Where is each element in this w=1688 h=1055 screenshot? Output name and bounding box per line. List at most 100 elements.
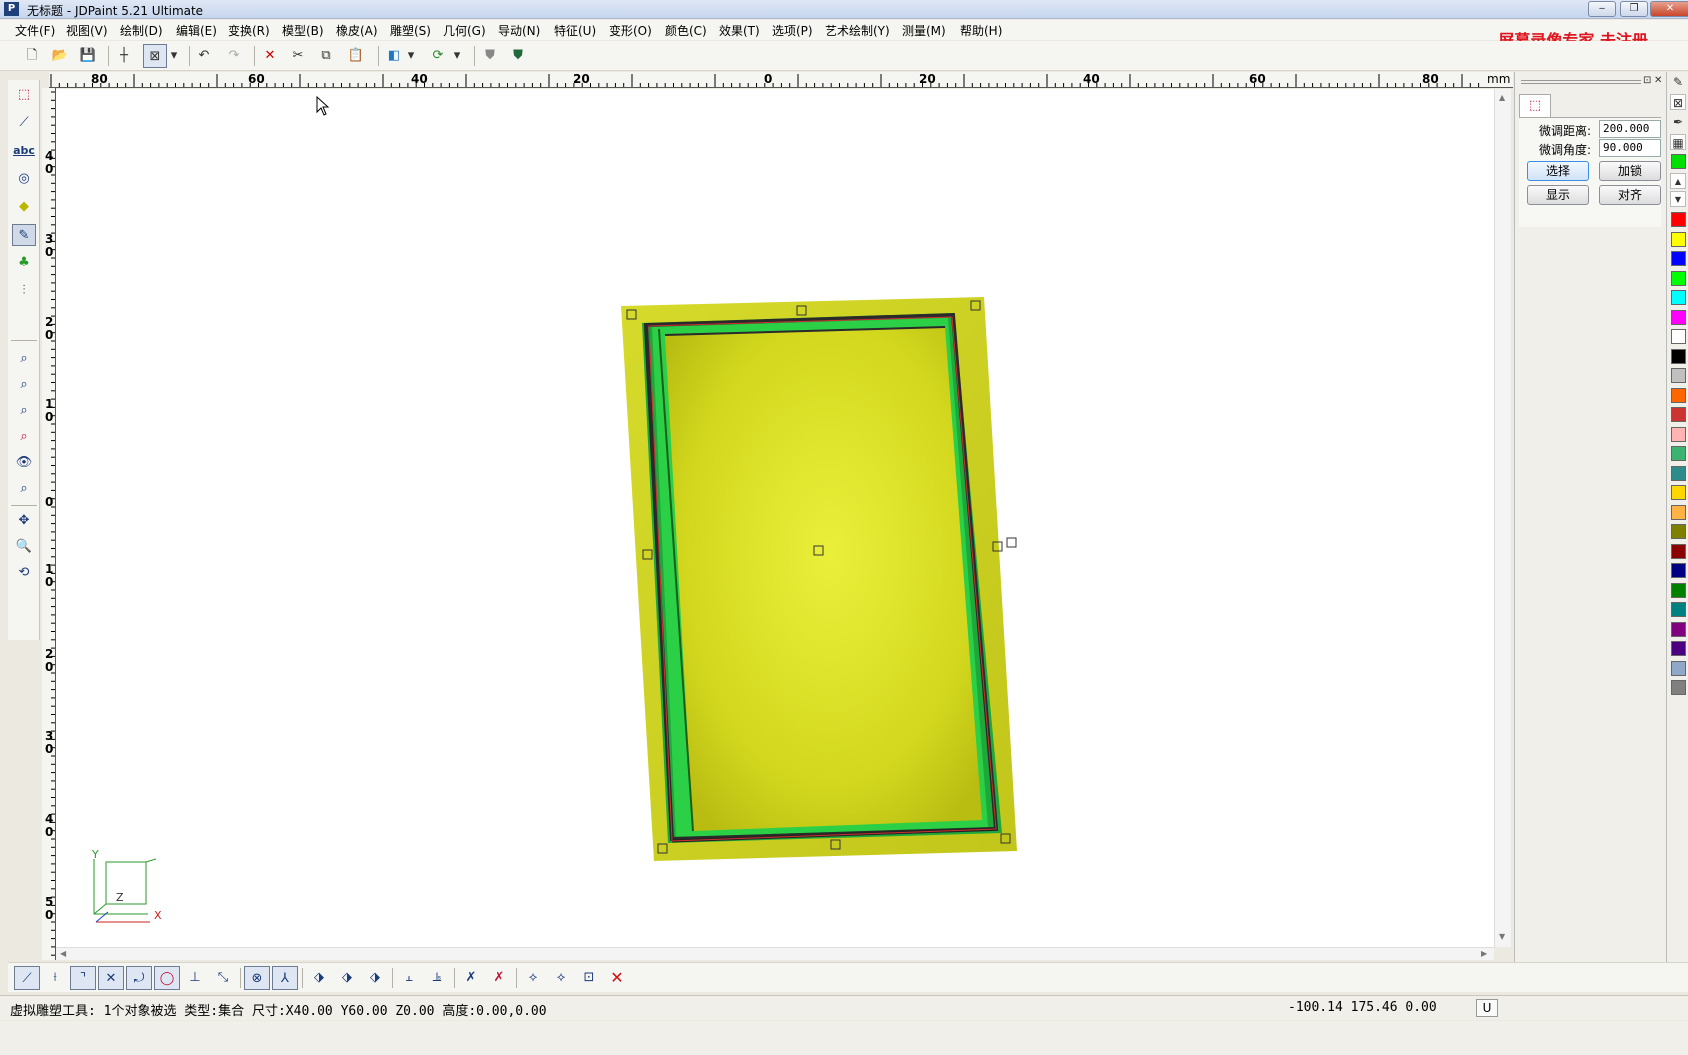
point-tool-b-icon[interactable]: ✗: [486, 966, 512, 990]
color-swatch[interactable]: [1671, 329, 1686, 344]
zoom-icon[interactable]: 🔍: [12, 536, 36, 558]
line-snap-icon[interactable]: ⟋: [14, 966, 40, 990]
zoom-window-icon[interactable]: ⌕: [12, 348, 36, 370]
pattern-icon[interactable]: ▦: [1670, 134, 1686, 150]
color-swatch[interactable]: [1671, 543, 1686, 559]
rotate-view-icon[interactable]: ⟲: [12, 562, 36, 584]
cancel-icon[interactable]: ✕: [604, 966, 630, 990]
menu-model[interactable]: 模型(B): [282, 22, 324, 39]
perpendicular-snap-icon[interactable]: ⊥: [182, 966, 208, 990]
menu-feature[interactable]: 特征(U): [554, 22, 596, 39]
color-swatch[interactable]: [1671, 348, 1686, 364]
text-tool-icon[interactable]: abc: [12, 140, 36, 162]
tab-node-edit[interactable]: ⬚: [1519, 94, 1551, 118]
horizontal-scrollbar[interactable]: ◀ ▶: [56, 947, 1494, 960]
menu-transform[interactable]: 变换(R): [228, 22, 270, 39]
color-swatch[interactable]: [1671, 212, 1686, 227]
color-swatch[interactable]: [1671, 251, 1686, 266]
tree-icon[interactable]: ♣: [12, 252, 36, 274]
path-tool-icon[interactable]: ⫶: [12, 280, 36, 302]
color-swatch[interactable]: [1671, 387, 1686, 403]
unit-toggle-button[interactable]: U: [1476, 999, 1498, 1017]
node-edit-icon[interactable]: ⬚: [12, 84, 36, 106]
zoom-in-icon[interactable]: ⌕: [12, 400, 36, 422]
menu-guide[interactable]: 导动(N): [498, 22, 540, 39]
paste-icon[interactable]: 📋: [344, 44, 368, 68]
menu-effect[interactable]: 效果(T): [719, 22, 760, 39]
scroll-up-icon[interactable]: ▲: [1499, 93, 1505, 102]
node-snap-c-icon[interactable]: ⬗: [362, 966, 388, 990]
scroll-left-icon[interactable]: ◀: [60, 949, 66, 958]
render-cube-icon[interactable]: ◧: [382, 44, 406, 68]
scroll-down-icon[interactable]: ▼: [1499, 932, 1505, 941]
virtual-sculpt-icon[interactable]: ✎: [12, 224, 36, 246]
refresh-icon[interactable]: ⟳: [426, 44, 450, 68]
chevron-down-icon[interactable]: ▾: [167, 44, 181, 68]
no-color-icon[interactable]: ⊠: [1670, 94, 1686, 110]
color-swatch[interactable]: [1671, 660, 1686, 676]
circle-snap-icon[interactable]: ◯: [154, 966, 180, 990]
sculpt-tool-b-icon[interactable]: ⟡: [548, 966, 574, 990]
scroll-right-icon[interactable]: ▶: [1481, 949, 1487, 958]
grid-snap-icon[interactable]: ⊗: [244, 966, 270, 990]
restore-button[interactable]: ❐: [1620, 1, 1648, 17]
color-swatch[interactable]: [1671, 231, 1686, 247]
menu-file[interactable]: 文件(F): [15, 22, 55, 39]
point-tool-a-icon[interactable]: ✗: [458, 966, 484, 990]
menu-deform[interactable]: 变形(O): [609, 22, 652, 39]
plane-tool-b-icon[interactable]: ⫡: [424, 966, 450, 990]
color-swatch[interactable]: [1671, 426, 1686, 442]
fine-angle-field[interactable]: 90.000: [1599, 139, 1661, 157]
menu-view[interactable]: 视图(V): [66, 22, 108, 39]
delete-icon[interactable]: ✕: [258, 44, 282, 68]
color-swatch[interactable]: [1671, 485, 1686, 500]
node-snap-a-icon[interactable]: ⬗: [306, 966, 332, 990]
menu-options[interactable]: 选项(P): [772, 22, 813, 39]
menu-eraser[interactable]: 橡皮(A): [336, 22, 378, 39]
zoom-selection-icon[interactable]: ⌕: [12, 426, 36, 448]
color-swatch[interactable]: [1671, 563, 1686, 578]
endpoint-snap-icon[interactable]: ⟊: [42, 966, 68, 990]
polyline-icon[interactable]: ⟋: [12, 112, 36, 134]
redo-icon[interactable]: ↷: [222, 44, 246, 68]
open-folder-icon[interactable]: 📂: [48, 44, 72, 68]
eyedropper-icon[interactable]: ✒: [1670, 114, 1686, 130]
nearest-snap-icon[interactable]: ⤡: [210, 966, 236, 990]
lock-button[interactable]: 加锁: [1599, 161, 1661, 181]
cut-icon[interactable]: ✂: [286, 44, 310, 68]
menu-sculpt[interactable]: 雕塑(S): [390, 22, 431, 39]
refresh-dropdown-icon[interactable]: ▾: [450, 44, 464, 68]
menu-color[interactable]: 颜色(C): [665, 22, 707, 39]
menu-measure[interactable]: 测量(M): [902, 22, 946, 39]
palette-scroll-up-icon[interactable]: ▲: [1670, 173, 1686, 189]
color-swatch[interactable]: [1671, 290, 1686, 305]
sculpt-tool-a-icon[interactable]: ⟡: [520, 966, 546, 990]
menu-edit[interactable]: 编辑(E): [176, 22, 217, 39]
close-button[interactable]: ✕: [1650, 1, 1688, 17]
color-swatch[interactable]: [1671, 309, 1686, 325]
current-color-swatch[interactable]: [1671, 154, 1686, 169]
sculpt-tool-c-icon[interactable]: ⊡: [576, 966, 602, 990]
shield-gray-icon[interactable]: ⛊: [478, 44, 502, 68]
vertical-scrollbar[interactable]: ▲ ▼: [1494, 89, 1511, 947]
color-swatch[interactable]: [1671, 582, 1686, 598]
node-snap-b-icon[interactable]: ⬗: [334, 966, 360, 990]
menu-art-draw[interactable]: 艺术绘制(Y): [825, 22, 890, 39]
panel-grip[interactable]: [1521, 80, 1641, 84]
pan-icon[interactable]: ✥: [12, 510, 36, 532]
color-swatch[interactable]: [1671, 465, 1686, 481]
select-box-icon[interactable]: ⊠: [143, 44, 167, 68]
color-swatch[interactable]: [1671, 621, 1686, 637]
color-swatch[interactable]: [1671, 368, 1686, 383]
intersection-snap-icon[interactable]: ✕: [98, 966, 124, 990]
color-swatch[interactable]: [1671, 270, 1686, 286]
zoom-all-icon[interactable]: ⌕: [12, 478, 36, 500]
view-eye-icon[interactable]: 👁: [12, 452, 36, 474]
menu-geometry[interactable]: 几何(G): [443, 22, 486, 39]
pen-icon[interactable]: ✎: [1670, 74, 1686, 90]
color-swatch[interactable]: [1671, 504, 1686, 520]
menu-draw[interactable]: 绘制(D): [120, 22, 163, 39]
selection-handle[interactable]: [1006, 537, 1017, 548]
show-button[interactable]: 显示: [1527, 185, 1589, 205]
drawing-canvas[interactable]: Y X Z: [56, 89, 1494, 947]
